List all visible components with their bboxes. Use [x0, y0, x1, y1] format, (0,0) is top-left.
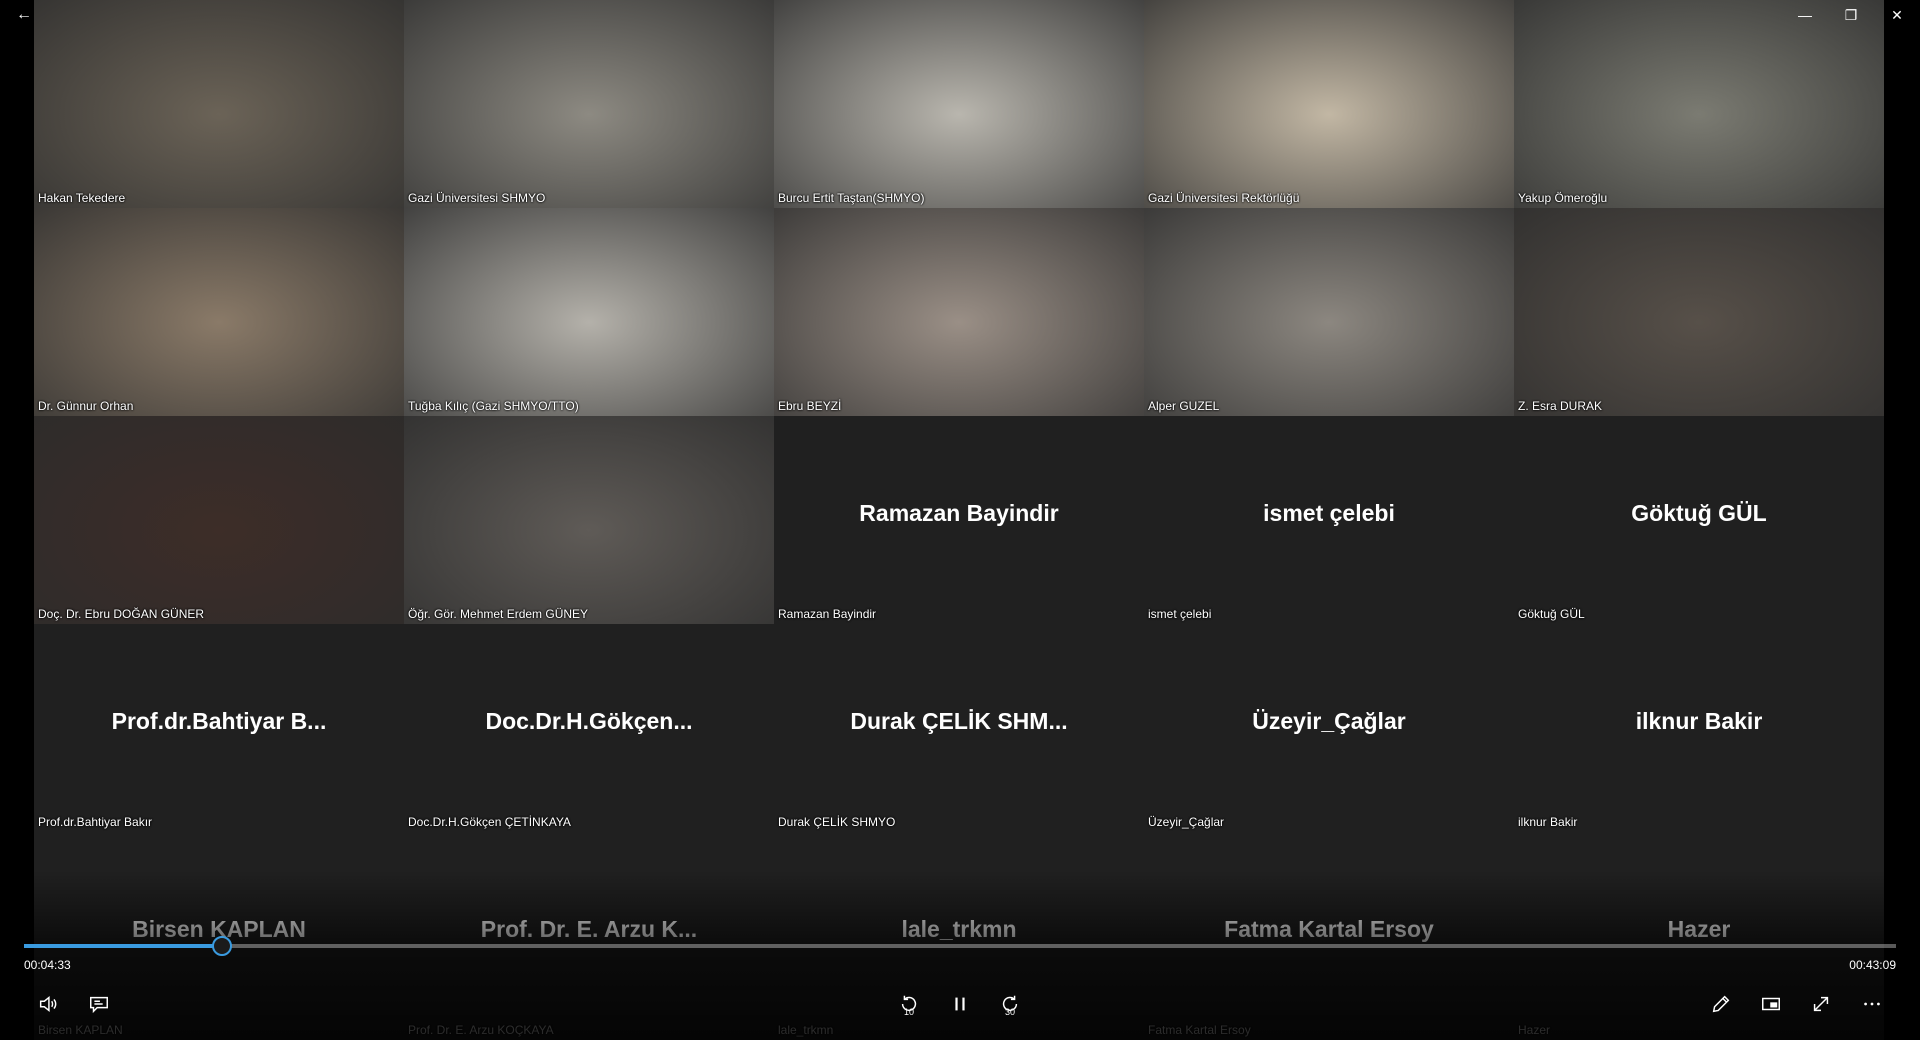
- volume-icon: [39, 996, 57, 1012]
- close-button[interactable]: ✕: [1874, 0, 1920, 30]
- participant-name-caption: Hakan Tekedere: [38, 191, 126, 205]
- more-button[interactable]: [1856, 988, 1888, 1020]
- participant-video: [774, 0, 1144, 208]
- participant-name-caption: ilknur Bakir: [1518, 815, 1578, 829]
- participant-video: [34, 208, 404, 416]
- rewind-amount: 10: [903, 1007, 914, 1017]
- participant-display-name: Prof.dr.Bahtiyar B...: [111, 708, 327, 734]
- participant-tile: Doc.Dr.H.Gökçen... Doc.Dr.H.Gökçen ÇETİNK…: [404, 624, 774, 832]
- participant-tile: ilknur Bakir ilknur Bakir: [1514, 624, 1884, 832]
- participant-video: [1514, 208, 1884, 416]
- participant-video: [34, 416, 404, 624]
- participant-name-caption: Gazi Üniversitesi Rektörlüğü: [1148, 191, 1300, 205]
- participant-tile: Öğr. Gör. Mehmet Erdem GÜNEY: [404, 416, 774, 624]
- participant-tile: Z. Esra DURAK: [1514, 208, 1884, 416]
- miniplayer-button[interactable]: [1755, 988, 1787, 1020]
- participant-video: [774, 208, 1144, 416]
- maximize-button[interactable]: ❐: [1828, 0, 1874, 30]
- participant-video: [404, 0, 774, 208]
- participant-tile: Burcu Ertit Taştan(SHMYO): [774, 0, 1144, 208]
- participant-name-caption: Ebru BEYZİ: [778, 399, 842, 413]
- participant-tile: Doç. Dr. Ebru DOĞAN GÜNER: [34, 416, 404, 624]
- participant-name-caption: Doc.Dr.H.Gökçen ÇETİNKAYA: [408, 815, 571, 829]
- participant-name-caption: Öğr. Gör. Mehmet Erdem GÜNEY: [408, 607, 589, 621]
- pause-button[interactable]: [944, 988, 976, 1020]
- participant-name-caption: Tuğba Kılıç (Gazi SHMYO/TTO): [408, 399, 579, 413]
- participant-display-name: Göktuğ GÜL: [1631, 500, 1767, 526]
- participant-video: [34, 0, 404, 208]
- fullscreen-button[interactable]: [1805, 988, 1837, 1020]
- participant-name-caption: Üzeyir_Çağlar: [1148, 815, 1225, 829]
- participant-tile: Durak ÇELİK SHM... Durak ÇELİK SHMYO: [774, 624, 1144, 832]
- more-icon: [1864, 1002, 1880, 1006]
- seek-thumb[interactable]: [211, 936, 232, 956]
- participant-video: [404, 416, 774, 624]
- participant-display-name: ismet çelebi: [1263, 500, 1395, 526]
- participant-video: [1144, 0, 1514, 208]
- current-time: 00:04:33: [24, 958, 71, 972]
- captions-button[interactable]: [83, 988, 115, 1020]
- participant-name-caption: Z. Esra DURAK: [1518, 399, 1603, 413]
- participant-video: [404, 208, 774, 416]
- back-button[interactable]: ←: [10, 4, 38, 26]
- participant-name-caption: Gazi Üniversitesi SHMYO: [408, 191, 546, 205]
- participant-name-caption: Burcu Ertit Taştan(SHMYO): [778, 191, 925, 205]
- captions-icon: [90, 996, 108, 1014]
- forward-amount: 30: [1004, 1007, 1015, 1017]
- forward-30-button[interactable]: 30: [994, 988, 1026, 1020]
- volume-button[interactable]: [32, 988, 64, 1020]
- participant-tile: Hakan Tekedere: [34, 0, 404, 208]
- participant-tile: Prof.dr.Bahtiyar B... Prof.dr.Bahtiyar Ba…: [34, 624, 404, 832]
- participant-tile: Ramazan Bayindir Ramazan Bayindir: [774, 416, 1144, 624]
- participant-video: [1144, 208, 1514, 416]
- participant-display-name: Ramazan Bayindir: [859, 500, 1059, 526]
- participant-name-caption: Dr. Günnur Orhan: [38, 399, 134, 413]
- participant-name-caption: Prof.dr.Bahtiyar Bakır: [38, 815, 153, 829]
- participant-tile: Yakup Ömeroğlu: [1514, 0, 1884, 208]
- participant-name-caption: Göktuğ GÜL: [1518, 607, 1585, 621]
- seek-progress: [24, 944, 221, 948]
- pause-icon: [955, 997, 965, 1011]
- participant-tile: Göktuğ GÜL Göktuğ GÜL: [1514, 416, 1884, 624]
- participant-name-caption: ismet çelebi: [1148, 607, 1212, 621]
- pen-button[interactable]: [1705, 988, 1737, 1020]
- participant-name-caption: Ramazan Bayindir: [778, 607, 877, 621]
- participant-display-name: Durak ÇELİK SHM...: [850, 708, 1068, 734]
- participant-tile: Üzeyir_Çağlar Üzeyir_Çağlar: [1144, 624, 1514, 832]
- participant-name-caption: Alper GUZEL: [1148, 399, 1220, 413]
- title-bar: ← — ❐ ✕: [0, 0, 1920, 30]
- minimize-button[interactable]: —: [1782, 0, 1828, 30]
- participant-tile: Gazi Üniversitesi SHMYO: [404, 0, 774, 208]
- participant-tile: Tuğba Kılıç (Gazi SHMYO/TTO): [404, 208, 774, 416]
- participant-tile: Ebru BEYZİ: [774, 208, 1144, 416]
- participant-tile: ismet çelebi ismet çelebi: [1144, 416, 1514, 624]
- seek-bar[interactable]: [24, 936, 1896, 956]
- participant-tile: Gazi Üniversitesi Rektörlüğü: [1144, 0, 1514, 208]
- participant-name-caption: Yakup Ömeroğlu: [1518, 191, 1608, 205]
- participant-display-name: ilknur Bakir: [1635, 708, 1763, 734]
- participant-display-name: Doc.Dr.H.Gökçen...: [485, 708, 693, 734]
- miniplayer-icon: [1762, 997, 1780, 1011]
- pen-icon: [1712, 995, 1730, 1013]
- participant-tile: Alper GUZEL: [1144, 208, 1514, 416]
- participant-name-caption: Doç. Dr. Ebru DOĞAN GÜNER: [38, 607, 205, 621]
- participant-tile: Dr. Günnur Orhan: [34, 208, 404, 416]
- total-time: 00:43:09: [1849, 958, 1896, 972]
- fullscreen-icon: [1813, 996, 1829, 1012]
- participant-video: [1514, 0, 1884, 208]
- rewind-10-button[interactable]: 10: [893, 988, 925, 1020]
- participant-name-caption: Durak ÇELİK SHMYO: [778, 815, 896, 829]
- participant-display-name: Üzeyir_Çağlar: [1252, 708, 1406, 734]
